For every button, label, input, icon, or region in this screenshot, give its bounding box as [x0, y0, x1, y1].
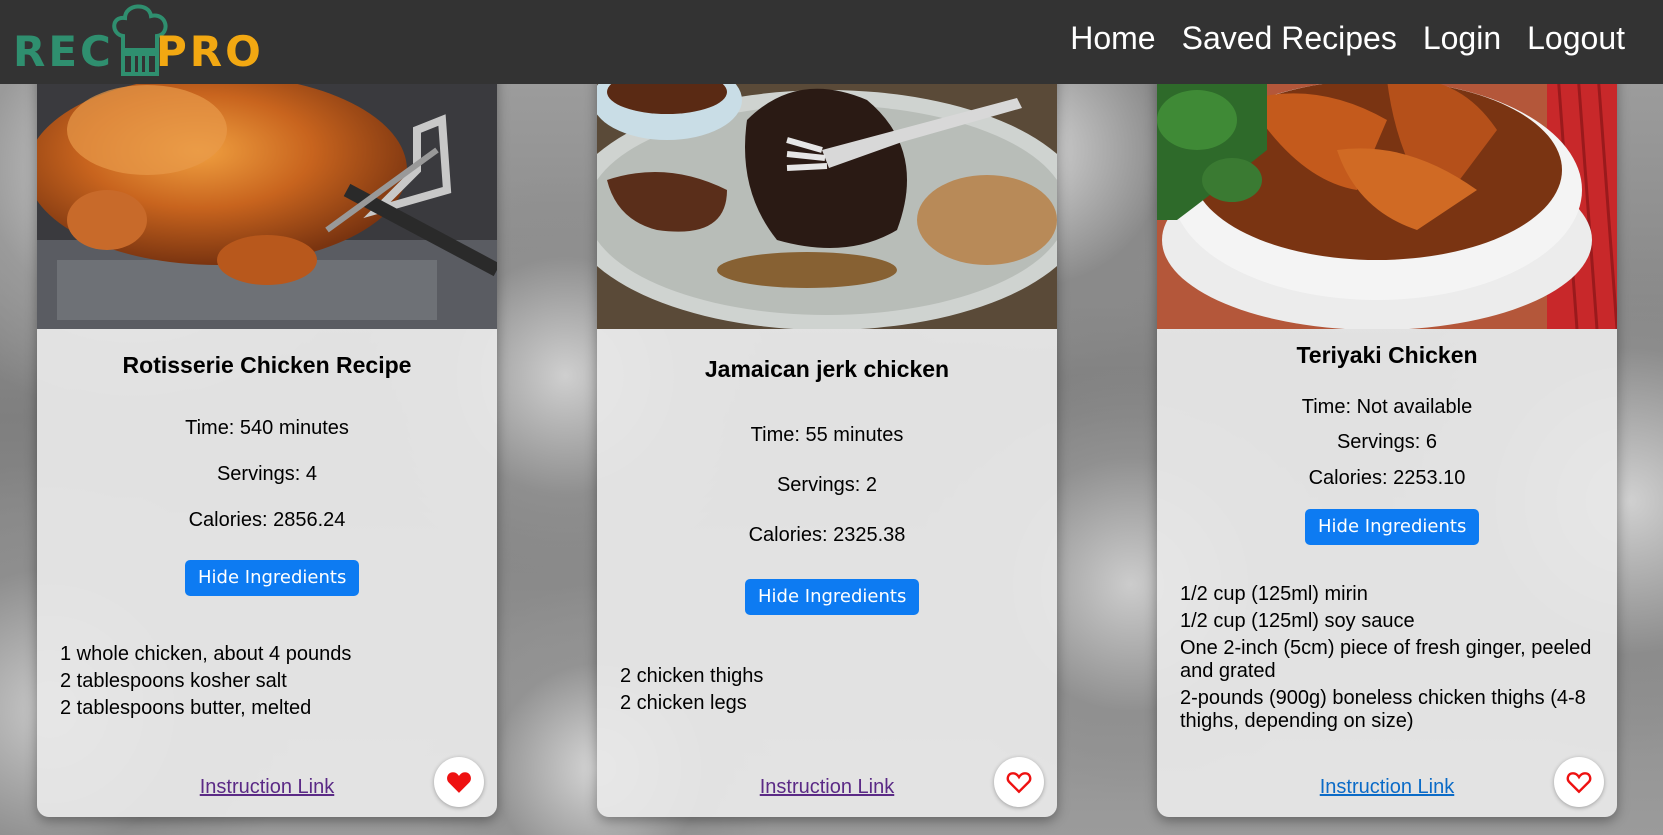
logo-text-rec: REC [13, 27, 114, 76]
recipe-calories: Calories: 2253.10 [1308, 467, 1466, 489]
nav-links: Home Saved Recipes Login Logout [1070, 18, 1625, 58]
recipe-servings: Servings: 2 [776, 474, 878, 496]
recipe-time: Time: Not available [1301, 396, 1473, 418]
ingredients-list: 2 chicken thighs 2 chicken legs [620, 665, 1040, 719]
heart-outline-icon [1006, 772, 1032, 794]
nav-home-link[interactable]: Home [1070, 18, 1155, 58]
favorite-button[interactable] [994, 757, 1044, 807]
recipe-calories: Calories: 2856.24 [188, 509, 346, 531]
ingredient-item: One 2-inch (5cm) piece of fresh ginger, … [1180, 637, 1592, 682]
teriyaki-chicken-photo [1157, 60, 1617, 329]
heart-outline-icon [1566, 772, 1592, 794]
recipe-card: Teriyaki Chicken Time: Not available Ser… [1157, 60, 1617, 817]
nav-logout-link[interactable]: Logout [1527, 18, 1625, 58]
instruction-link[interactable]: Instruction Link [1157, 776, 1617, 799]
hide-ingredients-button[interactable]: Hide Ingredients [745, 579, 920, 615]
recipe-card: Jamaican jerk chicken Time: 55 minutes S… [597, 60, 1057, 817]
hide-ingredients-button[interactable]: Hide Ingredients [185, 560, 360, 596]
ingredient-item: 1/2 cup (125ml) mirin [1180, 583, 1368, 605]
ingredient-item: 1/2 cup (125ml) soy sauce [1180, 610, 1415, 632]
instruction-link[interactable]: Instruction Link [37, 776, 497, 799]
ingredient-item: 2 chicken thighs [620, 665, 764, 687]
ingredient-item: 2 tablespoons butter, melted [60, 697, 312, 719]
hide-ingredients-button[interactable]: Hide Ingredients [1305, 509, 1480, 545]
logo[interactable]: REC PRO [13, 0, 263, 84]
ingredient-item: 2 tablespoons kosher salt [60, 670, 287, 692]
recipe-calories: Calories: 2325.38 [748, 524, 906, 546]
recipe-time: Time: 540 minutes [185, 417, 349, 439]
ingredient-item: 2-pounds (900g) boneless chicken thighs … [1180, 687, 1586, 732]
recipe-title: Jamaican jerk chicken [704, 356, 950, 382]
ingredients-list: 1/2 cup (125ml) mirin 1/2 cup (125ml) so… [1180, 583, 1600, 737]
recipe-servings: Servings: 4 [216, 463, 318, 485]
heart-filled-icon [447, 772, 471, 793]
favorite-button[interactable] [1554, 757, 1604, 807]
navbar: REC PRO Home Saved Recipes Login Logout [0, 0, 1663, 84]
recipe-title: Teriyaki Chicken [1296, 342, 1478, 368]
nav-saved-recipes-link[interactable]: Saved Recipes [1182, 18, 1397, 58]
jerk-chicken-photo [597, 60, 1057, 329]
recipe-card: Rotisserie Chicken Recipe Time: 540 minu… [37, 60, 497, 817]
rotisserie-chicken-photo [37, 60, 497, 329]
recipe-servings: Servings: 6 [1336, 431, 1438, 453]
recipe-title: Rotisserie Chicken Recipe [122, 352, 412, 378]
ingredients-list: 1 whole chicken, about 4 pounds 2 tables… [60, 643, 480, 724]
logo-text-pro: PRO [156, 27, 264, 76]
ingredient-item: 2 chicken legs [620, 692, 747, 714]
ingredient-item: 1 whole chicken, about 4 pounds [60, 643, 352, 665]
favorite-button[interactable] [434, 757, 484, 807]
recipe-time: Time: 55 minutes [750, 424, 904, 446]
instruction-link[interactable]: Instruction Link [597, 776, 1057, 799]
nav-login-link[interactable]: Login [1423, 18, 1501, 58]
